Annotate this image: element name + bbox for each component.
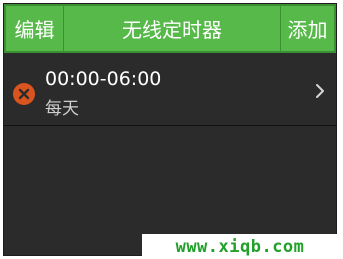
timer-list-item[interactable]: 00:00-06:00 每天: [4, 56, 336, 126]
timer-screen: 编辑 无线定时器 添加 00:00-06:00 每天: [3, 3, 337, 256]
delete-circle-icon[interactable]: [13, 83, 35, 105]
add-button[interactable]: 添加: [280, 6, 334, 51]
edit-button[interactable]: 编辑: [6, 6, 64, 51]
top-bar: 编辑 无线定时器 添加: [4, 4, 336, 53]
watermark-text: www.xiqb.com: [142, 234, 338, 259]
page-title: 无线定时器: [122, 18, 222, 42]
timer-time-range: 00:00-06:00: [45, 68, 162, 90]
chevron-right-icon[interactable]: [315, 83, 325, 103]
timer-repeat: 每天: [45, 99, 79, 119]
